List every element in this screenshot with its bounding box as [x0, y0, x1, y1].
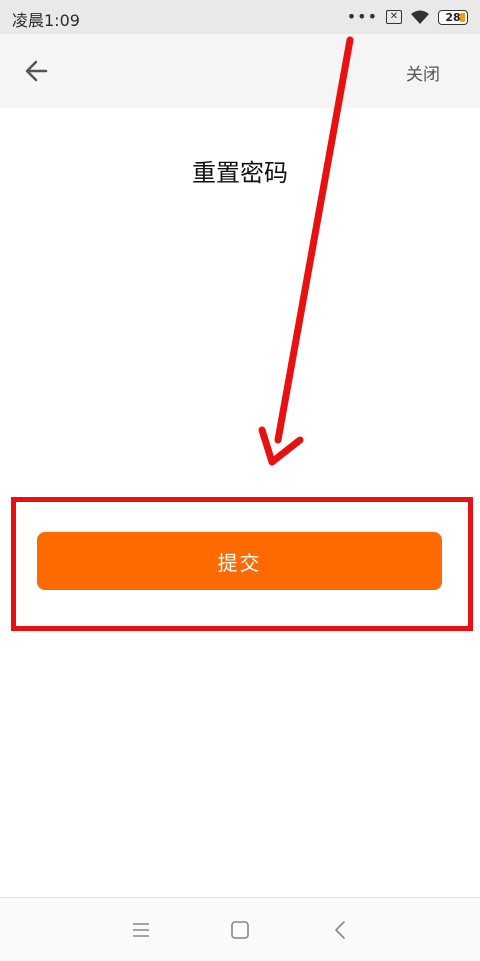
home-icon[interactable]: [228, 918, 252, 942]
wifi-icon: [411, 10, 429, 24]
annotation-highlight-box: [11, 497, 473, 631]
annotation-arrow: [258, 36, 354, 466]
menu-icon[interactable]: [129, 918, 153, 942]
status-time: 凌晨1:09: [12, 11, 80, 30]
back-arrow-icon: [25, 60, 48, 82]
close-button[interactable]: 关闭: [406, 60, 440, 85]
back-icon[interactable]: [329, 918, 353, 942]
sim-error-icon: ✕: [386, 10, 402, 24]
battery-fill: [460, 12, 465, 22]
header-bar: 关闭: [0, 34, 480, 108]
more-dots-icon: •••: [346, 7, 378, 26]
battery-level: 28: [445, 10, 461, 24]
page-title: 重置密码: [192, 159, 288, 187]
back-button[interactable]: [20, 54, 54, 88]
status-icons: ••• ✕ 28: [347, 6, 468, 28]
status-bar: 凌晨1:09 ••• ✕ 28: [0, 0, 480, 34]
battery-icon: 28: [438, 9, 468, 25]
system-nav-bar: [0, 897, 480, 961]
